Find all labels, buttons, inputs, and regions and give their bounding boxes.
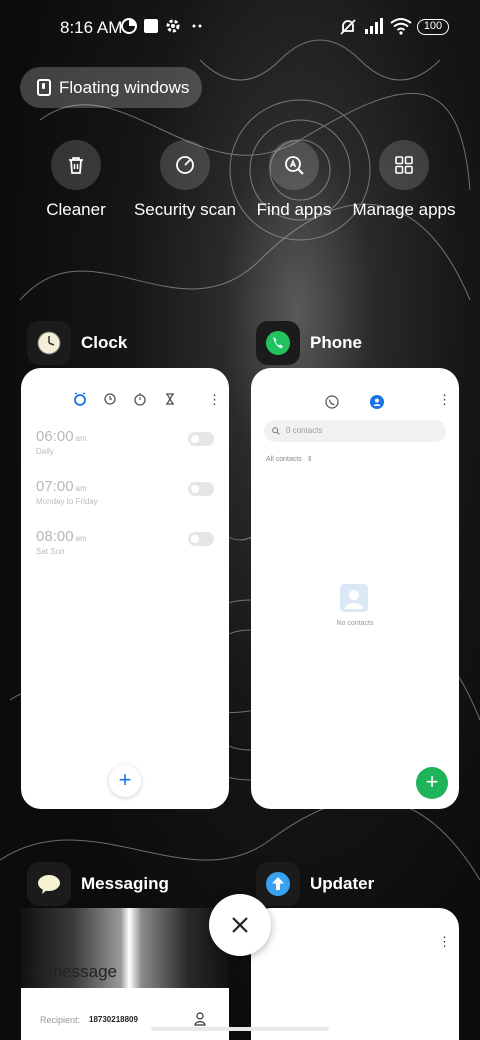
manage-apps-button[interactable]: Manage apps bbox=[349, 140, 459, 220]
clock-app-title: Clock bbox=[81, 333, 128, 352]
alarm-tab-icon[interactable] bbox=[73, 392, 87, 406]
cleaner-label: Cleaner bbox=[46, 200, 106, 219]
alarm-ampm: am bbox=[75, 534, 87, 543]
floating-windows-label: Floating windows bbox=[59, 77, 190, 97]
phone-app-header[interactable]: Phone bbox=[256, 321, 362, 365]
updater-app-header[interactable]: Updater bbox=[256, 862, 374, 906]
clock-tabs bbox=[21, 392, 229, 406]
wifi-icon bbox=[390, 18, 412, 35]
phone-app-title: Phone bbox=[310, 333, 362, 352]
clock-app-icon bbox=[27, 321, 71, 365]
phone-app-icon bbox=[256, 321, 300, 365]
security-scan-button[interactable]: Security scan bbox=[130, 140, 240, 220]
search-icon bbox=[272, 427, 280, 435]
messaging-app-title: Messaging bbox=[81, 874, 169, 893]
battery-indicator: 100 bbox=[417, 19, 449, 35]
world-clock-tab-icon[interactable] bbox=[103, 392, 117, 406]
recipient-row[interactable]: Recipient: 18730218809 bbox=[21, 988, 229, 1040]
manage-apps-label: Manage apps bbox=[352, 200, 456, 219]
updater-more-icon[interactable]: ⋮ bbox=[438, 935, 451, 948]
status-time: 8:16 AM bbox=[60, 18, 123, 37]
add-contact-button[interactable]: + bbox=[416, 767, 448, 799]
find-apps-label: Find apps bbox=[256, 200, 332, 219]
chevron-updown-icon: ⇕ bbox=[306, 456, 313, 463]
floating-window-icon bbox=[37, 79, 51, 96]
new-message-title: w message bbox=[31, 962, 117, 981]
home-gesture-bar[interactable] bbox=[151, 1027, 329, 1031]
contact-picker-icon[interactable] bbox=[194, 1012, 206, 1026]
contacts-filter-label: All contacts bbox=[266, 456, 302, 463]
clock-more-icon[interactable]: ⋮ bbox=[208, 393, 221, 406]
alarm-row[interactable]: 07:00 am Monday to Friday bbox=[36, 478, 214, 506]
stopwatch-tab-icon[interactable] bbox=[133, 392, 147, 406]
recipient-value: 18730218809 bbox=[89, 1015, 138, 1024]
cleaner-button[interactable]: Cleaner bbox=[21, 140, 131, 220]
contacts-tab-icon[interactable] bbox=[370, 395, 384, 409]
grid-icon bbox=[379, 140, 429, 190]
alarm-repeat: Sat Sun bbox=[36, 547, 65, 556]
updater-app-card[interactable]: ⋮ bbox=[251, 908, 459, 1040]
status-bar: 8:16 AM 100 bbox=[0, 0, 480, 56]
timer-tab-icon[interactable] bbox=[163, 392, 177, 406]
empty-contacts-label: No contacts bbox=[336, 620, 374, 627]
empty-contacts-icon bbox=[340, 584, 368, 612]
alarm-time: 07:00 bbox=[36, 478, 74, 495]
clear-all-button[interactable] bbox=[209, 894, 271, 956]
find-apps-button[interactable]: Find apps bbox=[239, 140, 349, 220]
updater-app-icon bbox=[256, 862, 300, 906]
contacts-search-placeholder: 0 contacts bbox=[286, 426, 323, 435]
phone-app-card[interactable]: ⋮ 0 contacts All contacts ⇕ No contacts … bbox=[251, 368, 459, 809]
alarm-time: 06:00 bbox=[36, 428, 74, 445]
alarm-repeat: Monday to Friday bbox=[36, 497, 98, 506]
clock-app-card[interactable]: ⋮ 06:00 am Daily 07:00 am Monday to Friday… bbox=[21, 368, 229, 809]
gear-icon bbox=[166, 19, 180, 33]
signal-icon bbox=[365, 18, 383, 34]
alarm-ampm: am bbox=[75, 484, 87, 493]
silent-mode-icon bbox=[340, 19, 356, 35]
data-saver-icon bbox=[121, 18, 137, 34]
alarm-toggle[interactable] bbox=[188, 532, 214, 546]
contacts-search-input[interactable]: 0 contacts bbox=[264, 420, 446, 442]
contacts-filter-dropdown[interactable]: All contacts ⇕ bbox=[266, 455, 313, 463]
messaging-app-card[interactable]: w message Recipient: 18730218809 bbox=[21, 908, 229, 1040]
alarm-toggle[interactable] bbox=[188, 482, 214, 496]
more-dots-icon bbox=[192, 24, 202, 28]
recents-tab-icon[interactable] bbox=[325, 395, 339, 409]
add-alarm-button[interactable]: + bbox=[109, 765, 141, 797]
messaging-header-banner: w message bbox=[21, 908, 229, 988]
alarm-time: 08:00 bbox=[36, 528, 74, 545]
floating-windows-button[interactable]: Floating windows bbox=[20, 67, 202, 108]
alarm-ampm: am bbox=[75, 434, 87, 443]
alarm-repeat: Daily bbox=[36, 447, 54, 456]
messaging-app-icon bbox=[27, 862, 71, 906]
close-icon bbox=[232, 917, 248, 933]
alarm-row[interactable]: 08:00 am Sat Sun bbox=[36, 528, 214, 556]
alarm-toggle[interactable] bbox=[188, 432, 214, 446]
search-apps-icon bbox=[269, 140, 319, 190]
security-scan-icon bbox=[160, 140, 210, 190]
phone-more-icon[interactable]: ⋮ bbox=[438, 393, 451, 406]
messaging-app-header[interactable]: Messaging bbox=[27, 862, 169, 906]
recipient-label: Recipient: bbox=[40, 1015, 81, 1025]
alarm-row[interactable]: 06:00 am Daily bbox=[36, 428, 214, 456]
clock-app-header[interactable]: Clock bbox=[27, 321, 127, 365]
updater-app-title: Updater bbox=[310, 874, 375, 893]
square-notification-icon bbox=[144, 19, 158, 33]
security-scan-label: Security scan bbox=[133, 200, 237, 219]
trash-icon bbox=[51, 140, 101, 190]
